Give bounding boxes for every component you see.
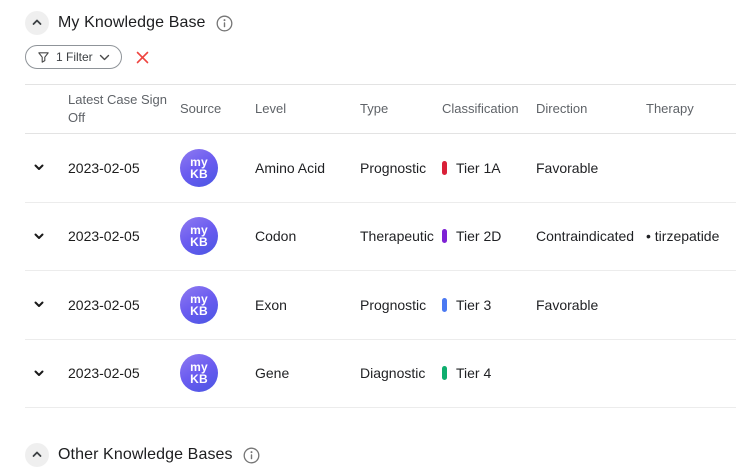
my-kb-source-badge: myKB <box>180 149 218 187</box>
tier-color-bar <box>442 229 447 243</box>
chevron-down-icon <box>99 53 110 62</box>
other-kb-section-title: Other Knowledge Bases <box>58 446 233 464</box>
my-kb-source-badge: myKB <box>180 354 218 392</box>
therapy-value: • tirzepatide <box>638 228 736 244</box>
level-value: Exon <box>247 297 352 313</box>
table-row: 2023-02-05 myKB Codon Therapeutic Tier 2… <box>25 203 736 272</box>
chevron-down-icon <box>33 160 45 175</box>
chevron-up-icon <box>30 16 44 31</box>
filter-button[interactable]: 1 Filter <box>25 45 122 69</box>
chevron-down-icon <box>33 366 45 381</box>
sign-off-date: 2023-02-05 <box>60 297 172 313</box>
my-kb-source-badge: myKB <box>180 286 218 324</box>
my-knowledge-base-header: My Knowledge Base <box>25 11 736 35</box>
chevron-down-icon <box>33 297 45 312</box>
column-header-sign-off: Latest Case Sign Off <box>60 91 172 126</box>
direction-value: Favorable <box>528 160 638 176</box>
sign-off-date: 2023-02-05 <box>60 160 172 176</box>
column-header-type: Type <box>352 100 433 118</box>
column-header-classification: Classification <box>433 100 528 118</box>
level-value: Amino Acid <box>247 160 352 176</box>
expand-row-button[interactable] <box>25 297 60 312</box>
sign-off-date: 2023-02-05 <box>60 228 172 244</box>
chevron-up-icon <box>30 448 44 463</box>
type-value: Prognostic <box>352 160 433 176</box>
column-header-therapy: Therapy <box>638 100 736 118</box>
info-icon[interactable] <box>216 15 233 32</box>
clear-filter-icon[interactable] <box>136 51 149 64</box>
classification-value: Tier 3 <box>433 297 528 313</box>
other-knowledge-bases-header: Other Knowledge Bases <box>25 443 736 467</box>
column-header-direction: Direction <box>528 100 638 118</box>
sign-off-date: 2023-02-05 <box>60 365 172 381</box>
expand-row-button[interactable] <box>25 160 60 175</box>
tier-color-bar <box>442 161 447 175</box>
column-header-level: Level <box>247 100 352 118</box>
my-kb-section-title: My Knowledge Base <box>58 14 206 32</box>
chevron-down-icon <box>33 229 45 244</box>
collapse-my-kb-button[interactable] <box>25 11 49 35</box>
classification-value: Tier 2D <box>433 228 528 244</box>
direction-value: Contraindicated <box>528 228 638 244</box>
type-value: Diagnostic <box>352 365 433 381</box>
type-value: Therapeutic <box>352 228 433 244</box>
classification-value: Tier 1A <box>433 160 528 176</box>
classification-value: Tier 4 <box>433 365 528 381</box>
collapse-other-kb-button[interactable] <box>25 443 49 467</box>
expand-row-button[interactable] <box>25 366 60 381</box>
table-row: 2023-02-05 myKB Exon Prognostic Tier 3 F… <box>25 271 736 340</box>
tier-color-bar <box>442 366 447 380</box>
column-header-source: Source <box>172 100 247 118</box>
my-kb-source-badge: myKB <box>180 217 218 255</box>
level-value: Codon <box>247 228 352 244</box>
funnel-icon <box>37 51 50 64</box>
table-row: 2023-02-05 myKB Gene Diagnostic Tier 4 <box>25 340 736 409</box>
knowledge-base-table: Latest Case Sign Off Source Level Type C… <box>0 84 736 408</box>
filter-toolbar: 1 Filter <box>25 45 736 69</box>
table-header-row: Latest Case Sign Off Source Level Type C… <box>25 84 736 134</box>
expand-row-button[interactable] <box>25 229 60 244</box>
level-value: Gene <box>247 365 352 381</box>
table-row: 2023-02-05 myKB Amino Acid Prognostic Ti… <box>25 134 736 203</box>
info-icon[interactable] <box>243 447 260 464</box>
direction-value: Favorable <box>528 297 638 313</box>
filter-button-label: 1 Filter <box>56 50 93 64</box>
tier-color-bar <box>442 298 447 312</box>
type-value: Prognostic <box>352 297 433 313</box>
